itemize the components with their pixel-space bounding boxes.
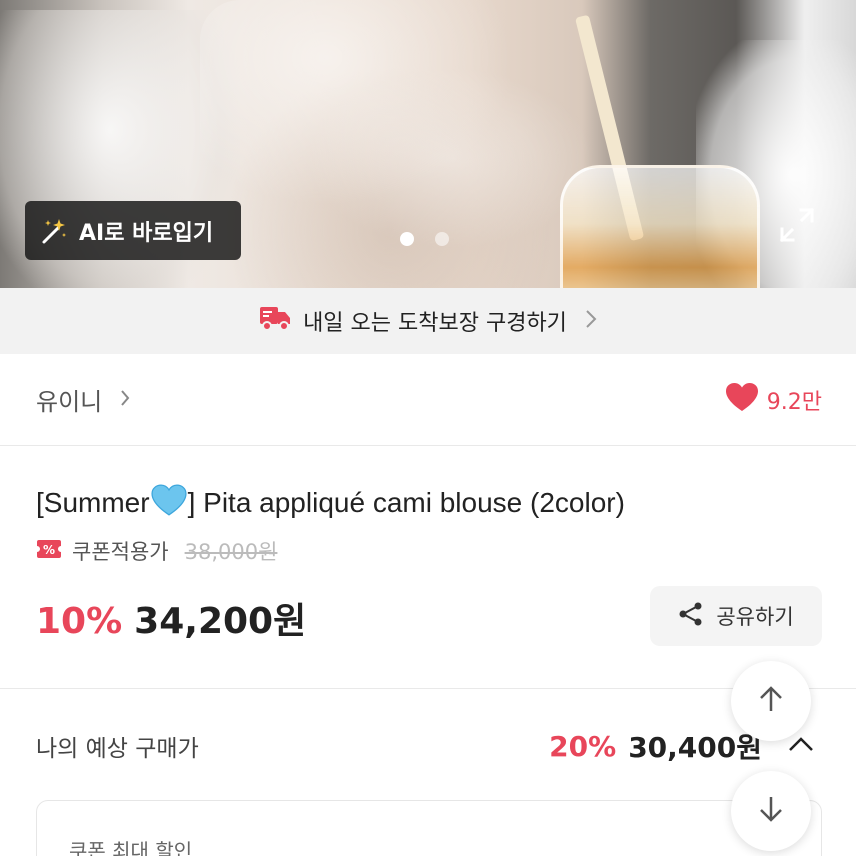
coupon-price-label: 쿠폰적용가 <box>72 540 169 564</box>
heart-icon <box>725 382 759 418</box>
discount-rate: 10% <box>36 601 123 642</box>
product-title-prefix: [Summer <box>36 487 150 518</box>
delivery-banner-label: 내일 오는 도착보장 구경하기 <box>303 311 567 336</box>
svg-text:%: % <box>43 543 55 557</box>
like-button[interactable]: 9.2만 <box>725 382 822 418</box>
scroll-bottom-button[interactable] <box>731 771 811 851</box>
coupon-discount-box: 쿠폰 최대 할인 <box>36 800 822 856</box>
ai-try-on-label: AI로 바로입기 <box>79 220 214 246</box>
share-button[interactable]: 공유하기 <box>650 586 822 646</box>
share-label: 공유하기 <box>716 605 794 629</box>
coupon-price-row: % 쿠폰적용가 38,000원 <box>36 536 277 566</box>
blue-heart-icon <box>151 484 187 523</box>
brand-name: 유이니 <box>36 388 103 416</box>
ai-try-on-button[interactable]: AI로 바로입기 <box>25 201 241 260</box>
chevron-right-icon <box>585 309 597 334</box>
brand-link[interactable]: 유이니 <box>36 382 130 417</box>
delivery-truck-icon <box>259 304 291 338</box>
expected-discount-rate: 20% <box>549 729 617 763</box>
arrow-up-icon <box>756 684 786 718</box>
chevron-up-icon[interactable] <box>788 736 814 756</box>
expected-price-row[interactable]: 나의 예상 구매가 20% 30,400원 <box>0 716 856 776</box>
brand-row: 유이니 9.2만 <box>0 354 856 446</box>
expand-icon[interactable] <box>778 206 816 244</box>
sale-price: 34,200원 <box>134 601 307 642</box>
price-row: 10% 34,200원 <box>36 592 306 644</box>
carousel-indicator <box>400 232 449 246</box>
chevron-right-icon <box>120 388 130 412</box>
expected-price-label: 나의 예상 구매가 <box>36 736 199 762</box>
scroll-top-button[interactable] <box>731 661 811 741</box>
product-image[interactable]: AI로 바로입기 <box>0 0 856 288</box>
share-icon <box>678 601 704 632</box>
carousel-dot[interactable] <box>400 232 414 246</box>
coupon-icon: % <box>36 539 62 564</box>
coupon-max-discount-label: 쿠폰 최대 할인 <box>69 839 193 856</box>
image-cup <box>560 165 760 288</box>
arrow-down-icon <box>756 794 786 828</box>
expected-price-value: 30,400원 <box>628 731 762 764</box>
divider <box>0 688 856 689</box>
product-title-suffix: ] Pita appliqué cami blouse (2color) <box>187 487 625 518</box>
product-title: [Summer ] Pita appliqué cami blouse (2col… <box>36 484 625 523</box>
carousel-dot[interactable] <box>435 232 449 246</box>
original-price: 38,000원 <box>184 540 278 564</box>
like-count: 9.2만 <box>766 389 822 415</box>
delivery-banner[interactable]: 내일 오는 도착보장 구경하기 <box>0 288 856 354</box>
magic-wand-icon <box>39 216 69 246</box>
